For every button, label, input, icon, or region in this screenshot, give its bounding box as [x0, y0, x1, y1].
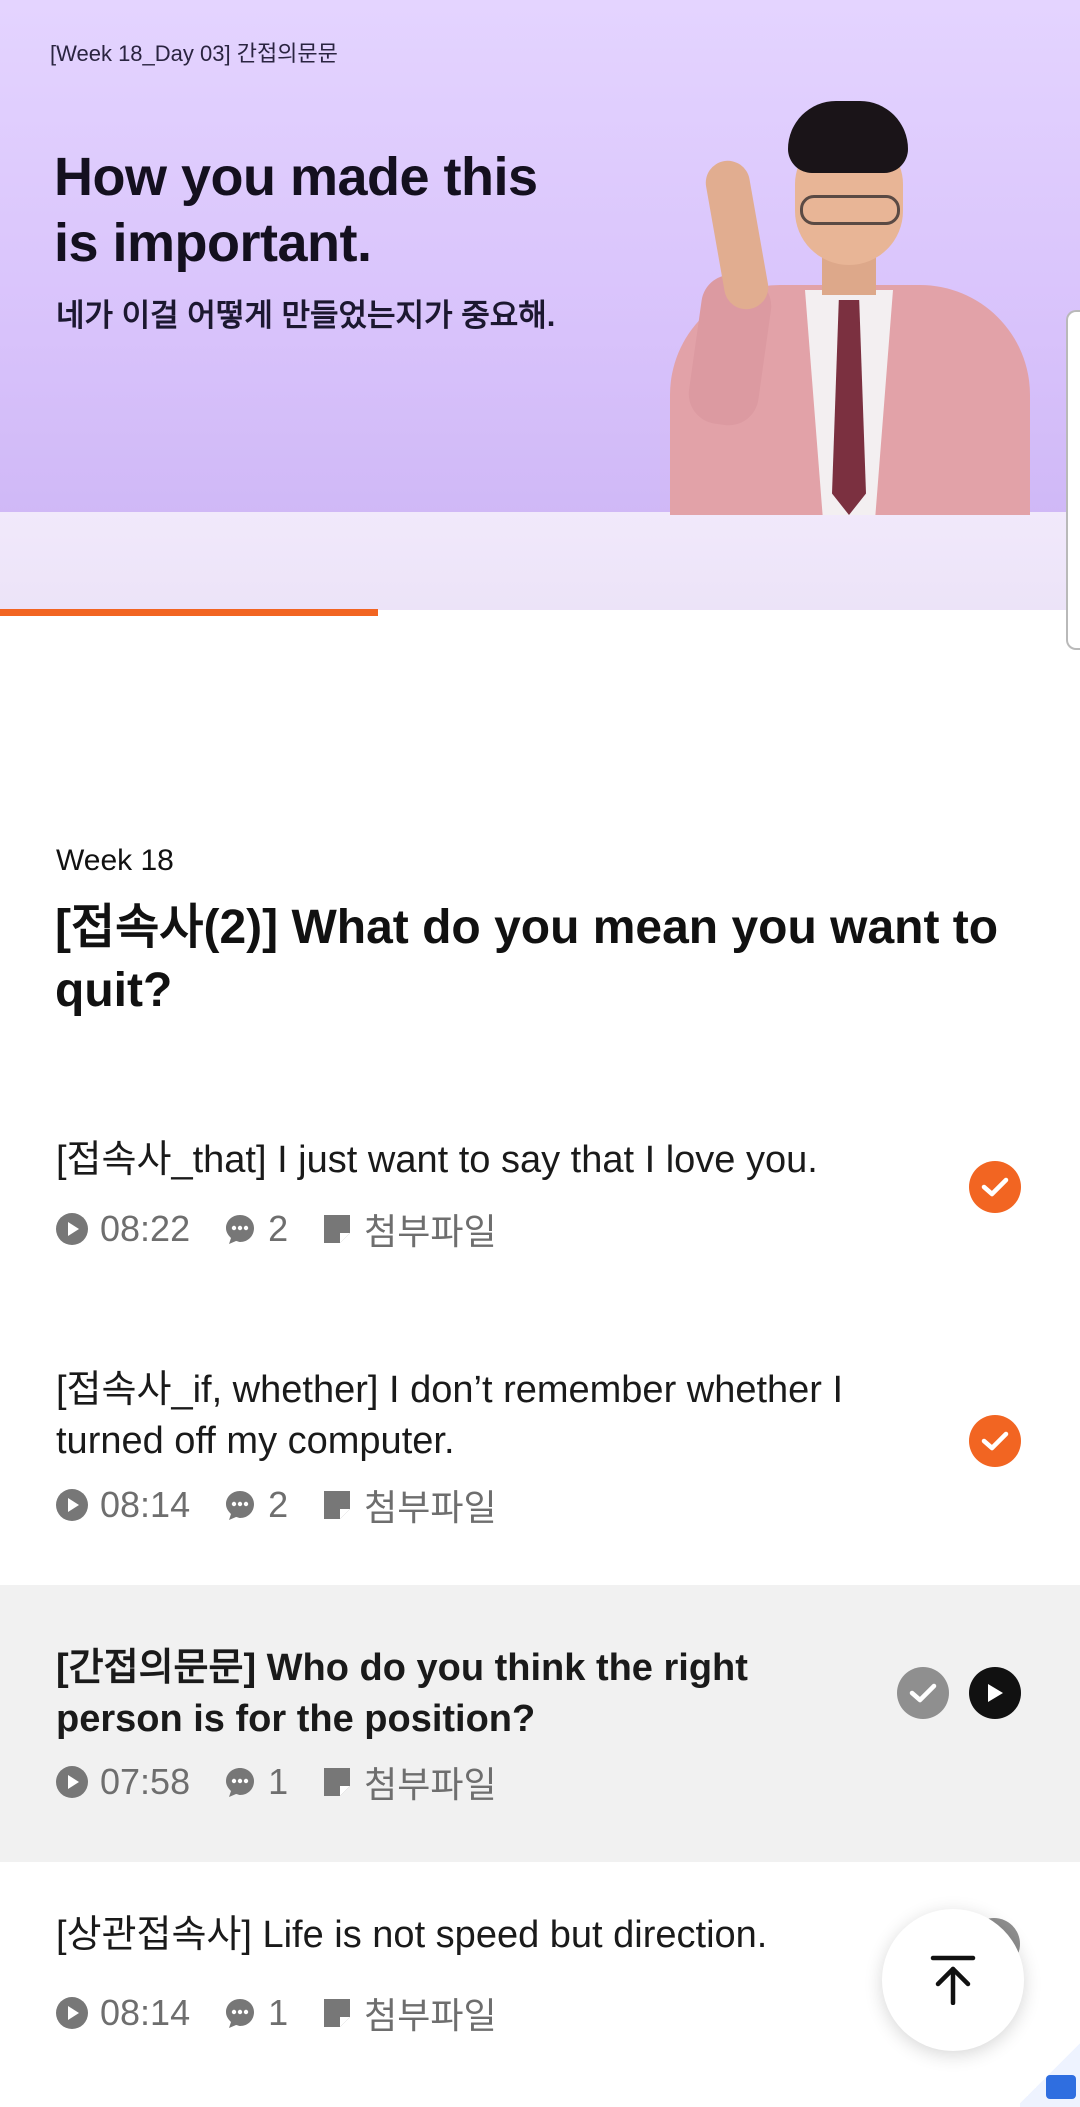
course-title: [접속사(2)] What do you mean you want to qu…: [55, 901, 999, 1017]
lesson-attachment-label[interactable]: 첨부파일: [364, 1203, 496, 1255]
corner-shortcut-badge[interactable]: [1020, 2040, 1080, 2107]
lesson-attachment-label[interactable]: 첨부파일: [364, 1479, 496, 1531]
lesson-attachment-label[interactable]: 첨부파일: [364, 1987, 496, 2039]
lesson-duration: 07:58: [100, 1761, 191, 1802]
lesson-item[interactable]: [접속사_that] I just want to say that I lov…: [0, 1100, 1080, 1280]
attachment-note-icon: [324, 1999, 351, 2027]
check-icon: [909, 1683, 937, 1703]
lesson-complete-badge: [969, 1161, 1021, 1213]
video-headline-line2: is important.: [54, 213, 372, 273]
lesson-comment-count: 2: [268, 1208, 289, 1249]
week-label: Week 18: [56, 844, 174, 877]
video-progress-bar[interactable]: [0, 609, 1080, 616]
play-circle-icon: [56, 1997, 88, 2029]
lesson-meta: 07:58 1 첨부파일: [56, 1761, 531, 1805]
lesson-title: [접속사_if, whether] I don’t remember wheth…: [56, 1369, 844, 1462]
attachment-note-icon: [324, 1491, 351, 1519]
lesson-comment-count: 1: [268, 1992, 289, 2033]
video-headline: How you made this is important.: [54, 144, 614, 276]
video-progress-fill: [0, 609, 378, 616]
video-player[interactable]: [Week 18_Day 03] 간접의문문 How you made this…: [0, 0, 1080, 610]
attachment-note-icon: [324, 1768, 351, 1796]
lesson-meta: 08:14 2 첨부파일: [56, 1484, 531, 1528]
play-circle-icon: [56, 1213, 88, 1245]
lesson-duration: 08:14: [100, 1484, 191, 1525]
lesson-duration: 08:22: [100, 1208, 191, 1249]
lesson-item-active[interactable]: [간접의문문] Who do you think the right perso…: [0, 1585, 1080, 1862]
comment-bubble-icon: [226, 1491, 255, 1520]
lesson-title: [접속사_that] I just want to say that I lov…: [56, 1139, 818, 1181]
comment-bubble-icon: [226, 1215, 255, 1244]
lesson-meta: 08:14 1 첨부파일: [56, 1992, 531, 2036]
comment-bubble-icon: [226, 1999, 255, 2028]
arrow-up-to-top-icon: [930, 1955, 976, 2005]
play-lesson-button[interactable]: [969, 1667, 1021, 1719]
play-circle-icon: [56, 1766, 88, 1798]
scroll-to-top-button[interactable]: [882, 1909, 1024, 2051]
video-subtitle: 네가 이걸 어떻게 만들었는지가 중요해.: [56, 298, 556, 333]
lesson-comment-count: 1: [268, 1761, 289, 1802]
presenter-image: [660, 95, 1040, 515]
lesson-title: [상관접속사] Life is not speed but direction.: [56, 1914, 768, 1956]
lesson-incomplete-badge: [897, 1667, 949, 1719]
lesson-title: [간접의문문] Who do you think the right perso…: [56, 1647, 748, 1740]
side-drawer-handle[interactable]: [1066, 310, 1080, 650]
play-circle-icon: [56, 1489, 88, 1521]
attachment-note-icon: [324, 1215, 351, 1243]
play-icon: [988, 1684, 1003, 1702]
comment-bubble-icon: [226, 1768, 255, 1797]
lesson-item[interactable]: [접속사_if, whether] I don’t remember wheth…: [0, 1340, 1080, 1580]
video-episode-caption: [Week 18_Day 03] 간접의문문: [50, 41, 338, 66]
check-icon: [981, 1177, 1009, 1197]
video-desk-background: [0, 512, 1080, 610]
lesson-meta: 08:22 2 첨부파일: [56, 1208, 531, 1252]
lesson-comment-count: 2: [268, 1484, 289, 1525]
lesson-attachment-label[interactable]: 첨부파일: [364, 1756, 496, 1808]
lesson-complete-badge: [969, 1415, 1021, 1467]
lesson-duration: 08:14: [100, 1992, 191, 2033]
check-icon: [981, 1431, 1009, 1451]
video-headline-line1: How you made this: [54, 147, 538, 207]
